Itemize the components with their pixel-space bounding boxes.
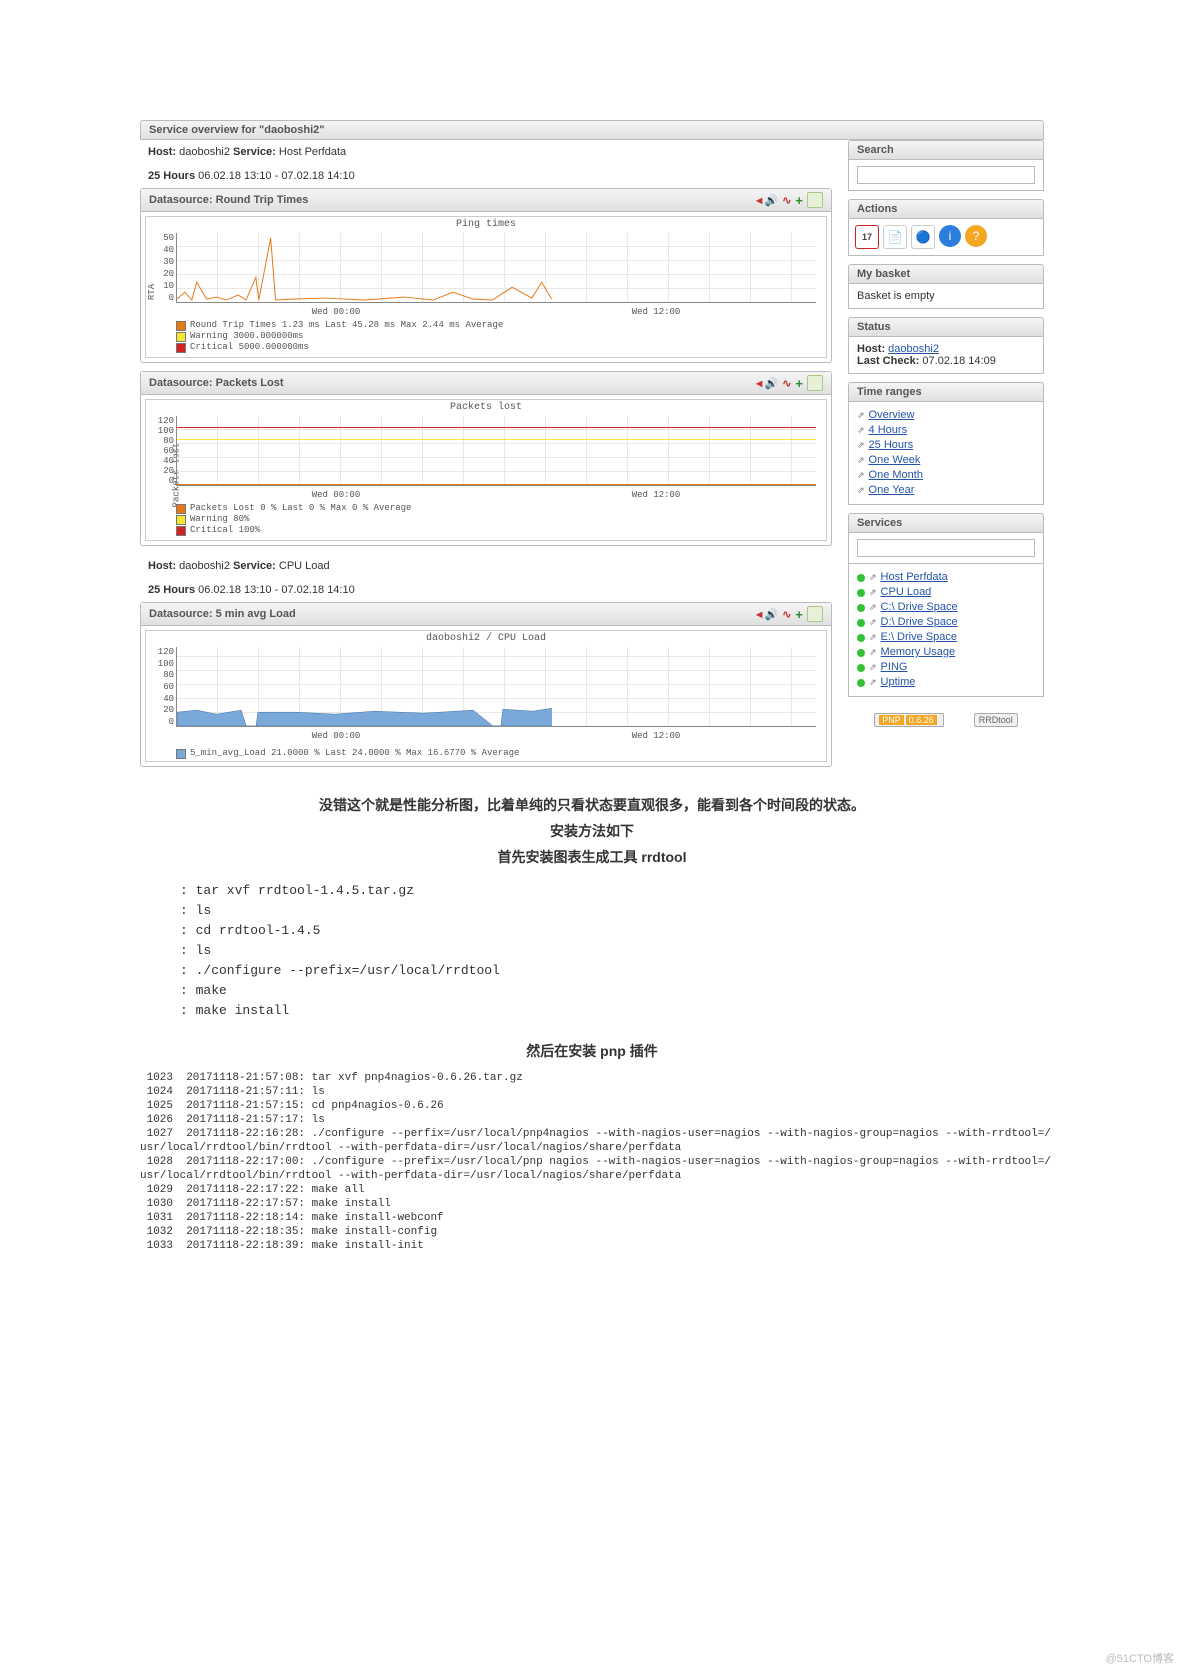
graph-cpu-title: Datasource: 5 min avg Load: [149, 608, 296, 620]
timerange-link[interactable]: 25 Hours: [869, 438, 914, 453]
popup-icon: ⇗: [869, 615, 877, 630]
graph-packets-title: Datasource: Packets Lost: [149, 377, 284, 389]
article-line-3: 首先安装图表生成工具 rrdtool: [140, 847, 1044, 867]
popup-icon[interactable]: [807, 606, 823, 622]
sound-icon[interactable]: ◄🔊: [754, 608, 779, 621]
timerange-link[interactable]: One Year: [869, 483, 915, 498]
yaxis-packets: 020406080100120: [154, 416, 174, 486]
actions-box: Actions 17 📄 🔵 i ?: [848, 199, 1044, 256]
popup-icon: ⇗: [857, 423, 865, 438]
popup-icon: ⇗: [869, 570, 877, 585]
help-icon[interactable]: ?: [965, 225, 987, 247]
status-dot-icon: [857, 634, 865, 642]
add-icon[interactable]: +: [795, 376, 803, 391]
popup-icon: ⇗: [857, 468, 865, 483]
status-dot-icon: [857, 619, 865, 627]
sound-icon[interactable]: ◄🔊: [754, 377, 779, 390]
pdf-icon[interactable]: 📄: [883, 225, 907, 249]
status-box: Status Host: daoboshi2 Last Check: 07.02…: [848, 317, 1044, 374]
service-link[interactable]: D:\ Drive Space: [881, 615, 958, 630]
timerange-link[interactable]: One Week: [869, 453, 921, 468]
add-icon[interactable]: +: [795, 607, 803, 622]
service-link[interactable]: PING: [881, 660, 908, 675]
graph-rtt: Datasource: Round Trip Times ◄🔊 ∿ + Ping…: [140, 188, 832, 363]
status-dot-icon: [857, 589, 865, 597]
rrdtool-install-code: : tar xvf rrdtool-1.4.5.tar.gz: ls: cd r…: [180, 881, 1184, 1021]
timeranges-box: Time ranges ⇗Overview⇗4 Hours⇗25 Hours⇗O…: [848, 382, 1044, 505]
graph-packets: Datasource: Packets Lost ◄🔊 ∿ + Packets …: [140, 371, 832, 546]
service-header-2: Host: daoboshi2 Service: CPU Load 25 Hou…: [140, 554, 832, 602]
basket-box: My basket Basket is empty: [848, 264, 1044, 309]
service-link[interactable]: C:\ Drive Space: [881, 600, 958, 615]
graph-cpu: Datasource: 5 min avg Load ◄🔊 ∿ + daobos…: [140, 602, 832, 767]
timerange-link[interactable]: One Month: [869, 468, 923, 483]
timerange-link[interactable]: Overview: [869, 408, 915, 423]
popup-icon: ⇗: [857, 483, 865, 498]
chart-cpu: [176, 647, 816, 727]
yaxis-cpu: 020406080100120: [154, 647, 174, 727]
yaxis-rtt: 01020304050: [154, 233, 174, 303]
popup-icon: ⇗: [869, 630, 877, 645]
popup-icon: ⇗: [869, 660, 877, 675]
status-host-link[interactable]: daoboshi2: [888, 343, 939, 355]
services-box: Services ⇗Host Perfdata⇗CPU Load⇗C:\ Dri…: [848, 513, 1044, 697]
add-icon[interactable]: +: [795, 193, 803, 208]
timerange-link[interactable]: 4 Hours: [869, 423, 908, 438]
popup-icon: ⇗: [869, 645, 877, 660]
search-input[interactable]: [857, 166, 1035, 184]
chart-icon[interactable]: ∿: [782, 608, 791, 621]
article-line-2: 安装方法如下: [140, 821, 1044, 841]
chart-icon[interactable]: ∿: [782, 194, 791, 207]
service-link[interactable]: Host Perfdata: [881, 570, 948, 585]
article-line-1: 没错这个就是性能分析图，比着单纯的只看状态要直观很多，能看到各个时间段的状态。: [140, 795, 1044, 815]
info-icon[interactable]: i: [939, 225, 961, 247]
sound-icon[interactable]: ◄🔊: [754, 194, 779, 207]
popup-icon[interactable]: [807, 192, 823, 208]
popup-icon: ⇗: [869, 585, 877, 600]
article-line-4: 然后在安装 pnp 插件: [140, 1041, 1044, 1061]
status-dot-icon: [857, 604, 865, 612]
chart-packets: [176, 416, 816, 486]
page-title: Service overview for "daoboshi2": [140, 120, 1044, 140]
watermark: @51CTO博客: [1106, 1650, 1174, 1666]
popup-icon: ⇗: [869, 675, 877, 690]
service-link[interactable]: E:\ Drive Space: [881, 630, 957, 645]
popup-icon: ⇗: [869, 600, 877, 615]
service-link[interactable]: CPU Load: [881, 585, 932, 600]
popup-icon: ⇗: [857, 453, 865, 468]
service-link[interactable]: Memory Usage: [881, 645, 956, 660]
status-dot-icon: [857, 679, 865, 687]
status-dot-icon: [857, 649, 865, 657]
pnp-install-terminal: 1023 20171118-21:57:08: tar xvf pnp4nagi…: [140, 1071, 1044, 1253]
status-dot-icon: [857, 574, 865, 582]
popup-icon: ⇗: [857, 408, 865, 423]
service-header-1: Host: daoboshi2 Service: Host Perfdata 2…: [140, 140, 832, 188]
popup-icon[interactable]: [807, 375, 823, 391]
service-link[interactable]: Uptime: [881, 675, 916, 690]
popup-icon: ⇗: [857, 438, 865, 453]
calendar-icon[interactable]: 17: [855, 225, 879, 249]
chart-rtt: [176, 233, 816, 303]
chart-icon[interactable]: ∿: [782, 377, 791, 390]
rrdtool-badge[interactable]: RRDtool: [974, 713, 1018, 727]
services-search[interactable]: [857, 539, 1035, 557]
chart-icon[interactable]: 🔵: [911, 225, 935, 249]
graph-rtt-title: Datasource: Round Trip Times: [149, 194, 308, 206]
pnp-badge[interactable]: PNP0.6.26: [874, 713, 944, 727]
search-box: Search: [848, 140, 1044, 191]
status-dot-icon: [857, 664, 865, 672]
